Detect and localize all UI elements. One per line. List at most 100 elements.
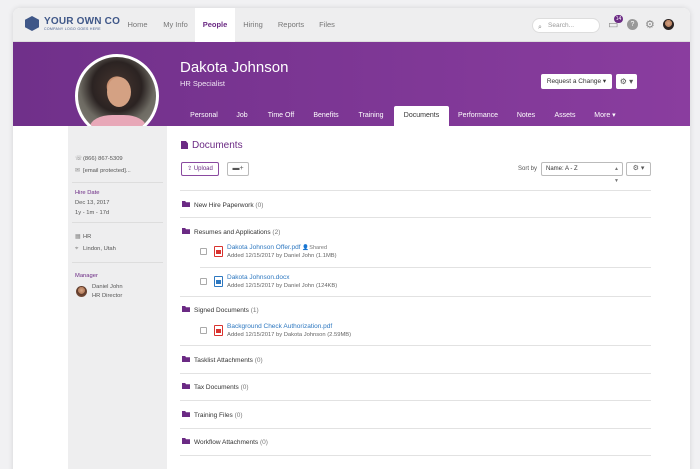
search-input[interactable]: ⌕ Search... xyxy=(532,18,600,33)
help-icon[interactable]: ? xyxy=(627,19,638,30)
logo-hex-icon xyxy=(25,16,39,31)
divider xyxy=(72,182,163,183)
tab-more[interactable]: More ▾ xyxy=(588,106,622,126)
folder-icon xyxy=(182,228,190,234)
folder-name: New Hire Paperwork xyxy=(194,202,254,209)
search-icon: ⌕ xyxy=(538,24,542,31)
email-text: [email protected]... xyxy=(83,168,131,174)
nav-reports[interactable]: Reports xyxy=(273,8,309,42)
pdf-icon xyxy=(214,246,223,257)
nav-people[interactable]: People xyxy=(195,8,235,42)
chevron-down-icon: ▲ ▼ xyxy=(614,166,619,184)
upload-button[interactable]: ⇪ Upload xyxy=(181,162,219,176)
hire-date: Dec 13, 2017 xyxy=(75,200,110,206)
file-name-link[interactable]: Dakota Johnson Offer.pdf 👤Shared xyxy=(227,244,327,251)
folder-name: Tasklist Attachments xyxy=(194,357,253,364)
new-folder-icon: ▬+ xyxy=(232,165,244,172)
location: ⌖ Lindon, Utah xyxy=(75,246,116,253)
folder-signed-documents[interactable]: Signed Documents (1) xyxy=(182,306,259,314)
folder-name: Tax Documents xyxy=(194,384,239,391)
department: ▦ HR xyxy=(75,234,91,240)
file-icon xyxy=(181,141,188,149)
upload-label: Upload xyxy=(193,166,213,172)
divider xyxy=(180,400,651,401)
folder-name: Signed Documents xyxy=(194,307,249,314)
profile-settings-button[interactable]: ⚙ ▾ xyxy=(616,74,637,89)
file-checkbox[interactable] xyxy=(200,278,207,285)
file-name-link[interactable]: Dakota Johnson.docx xyxy=(227,274,290,281)
file-meta: Added 12/15/2017 by Dakota Johnson (2.59… xyxy=(227,332,352,338)
upload-icon: ⇪ xyxy=(187,166,194,172)
nav-files[interactable]: Files xyxy=(315,8,339,42)
folder-workflow-attachments[interactable]: Workflow Attachments (0) xyxy=(182,438,268,446)
building-icon: ▦ xyxy=(75,234,81,240)
folder-training-files[interactable]: Training Files (0) xyxy=(182,411,243,419)
user-avatar[interactable] xyxy=(663,19,674,30)
folder-resumes-and-applications[interactable]: Resumes and Applications (2) xyxy=(182,228,280,236)
folder-new-hire-paperwork[interactable]: New Hire Paperwork (0) xyxy=(182,201,263,209)
manager-label: Manager xyxy=(75,273,98,279)
tab-personal[interactable]: Personal xyxy=(184,106,224,126)
tab-documents[interactable]: Documents xyxy=(394,106,449,126)
file-checkbox[interactable] xyxy=(200,248,207,255)
phone-text: (866) 867-5309 xyxy=(83,156,123,162)
file-meta: Added 12/15/2017 by Daniel John (124KB) xyxy=(227,283,338,289)
new-folder-button[interactable]: ▬+ xyxy=(227,162,249,176)
tab-benefits[interactable]: Benefits xyxy=(306,106,346,126)
phone-number[interactable]: ☏(866) 867-5309 xyxy=(75,156,123,162)
folder-tasklist-attachments[interactable]: Tasklist Attachments (0) xyxy=(182,356,263,364)
divider xyxy=(180,217,651,218)
logo-name: YOUR OWN CO xyxy=(44,16,121,27)
divider xyxy=(180,428,651,429)
gear-icon: ⚙ ▾ xyxy=(619,77,634,86)
gear-icon: ⚙ ▾ xyxy=(632,165,645,172)
file-name-link[interactable]: Background Check Authorization.pdf xyxy=(227,323,332,330)
doc-icon xyxy=(214,276,223,287)
profile-sidebar: ☏(866) 867-5309 ✉ [email protected]... Hi… xyxy=(68,126,167,469)
nav-home[interactable]: Home xyxy=(121,8,154,42)
sort-select[interactable]: Name: A - Z ▲ ▼ xyxy=(541,162,623,184)
folder-count: (1) xyxy=(250,307,259,314)
location-icon: ⌖ xyxy=(75,246,79,252)
divider xyxy=(180,296,651,297)
hire-date-label: Hire Date xyxy=(75,190,100,196)
tab-training[interactable]: Training xyxy=(351,106,391,126)
request-change-button[interactable]: Request a Change ▾ xyxy=(541,74,612,89)
logo-tagline: COMPANY LOGO GOES HERE xyxy=(44,27,101,31)
email-address[interactable]: ✉ [email protected]... xyxy=(75,168,131,174)
file-name: Dakota Johnson Offer.pdf xyxy=(227,244,301,251)
file-meta: Added 12/15/2017 by Daniel John (1.1MB) xyxy=(227,253,337,259)
pdf-icon xyxy=(214,325,223,336)
folder-tax-documents[interactable]: Tax Documents (0) xyxy=(182,383,249,391)
file-checkbox[interactable] xyxy=(200,327,207,334)
folder-icon xyxy=(182,201,190,207)
tab-job[interactable]: Job xyxy=(229,106,255,126)
email-icon: ✉ xyxy=(75,168,80,174)
tab-time-off[interactable]: Time Off xyxy=(261,106,301,126)
notification-badge: 14 xyxy=(614,15,623,23)
folder-name: Training Files xyxy=(194,412,233,419)
profile-banner: Dakota Johnson HR Specialist Request a C… xyxy=(13,42,690,138)
employee-name: Dakota Johnson xyxy=(180,59,289,76)
documents-settings-button[interactable]: ⚙ ▾ xyxy=(626,162,651,176)
documents-heading: Documents xyxy=(181,140,243,151)
folder-icon xyxy=(182,438,190,444)
employee-title: HR Specialist xyxy=(180,79,226,88)
nav-hiring[interactable]: Hiring xyxy=(237,8,269,42)
manager-avatar[interactable] xyxy=(76,286,87,297)
folder-name: Workflow Attachments xyxy=(194,439,259,446)
company-logo[interactable]: YOUR OWN CO COMPANY LOGO GOES HERE xyxy=(25,16,120,31)
tab-notes[interactable]: Notes xyxy=(510,106,542,126)
nav-my-info[interactable]: My Info xyxy=(158,8,193,42)
tenure: 1y - 1m - 17d xyxy=(75,210,110,216)
tab-performance[interactable]: Performance xyxy=(453,106,503,126)
divider xyxy=(180,455,651,456)
gear-icon[interactable]: ⚙ xyxy=(645,18,655,32)
manager-name[interactable]: Daniel John xyxy=(92,284,123,290)
folder-count: (0) xyxy=(254,357,263,364)
sort-label: Sort by xyxy=(518,166,538,172)
folder-icon xyxy=(182,383,190,389)
top-nav: YOUR OWN CO COMPANY LOGO GOES HERE Home … xyxy=(13,8,690,42)
shared-label: Shared xyxy=(309,245,328,251)
tab-assets[interactable]: Assets xyxy=(548,106,582,126)
